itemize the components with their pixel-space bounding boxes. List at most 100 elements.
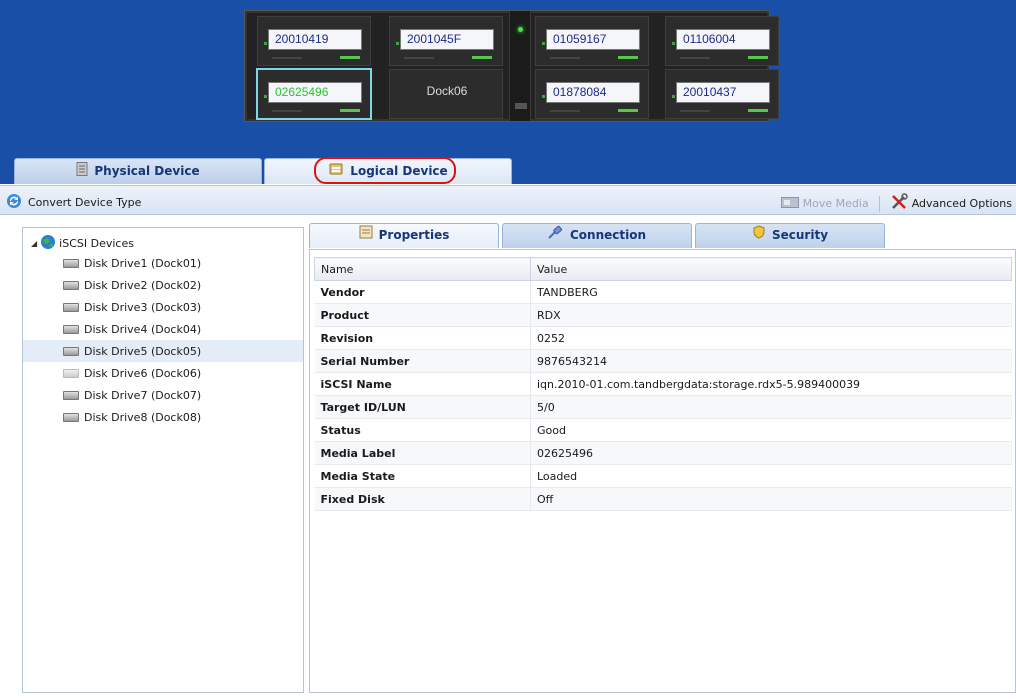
globe-icon <box>40 234 56 253</box>
server-icon <box>76 160 88 184</box>
table-row[interactable]: iSCSI Name iqn.2010-01.com.tandbergdata:s… <box>314 372 1012 396</box>
collapse-triangle-icon[interactable]: ◢ <box>31 239 37 248</box>
move-media-button[interactable]: Move Media <box>780 195 869 212</box>
bay-bar <box>272 110 302 112</box>
bay-7[interactable]: 01878084 <box>535 69 649 119</box>
tree-item-disk-drive6[interactable]: Disk Drive6 (Dock06) <box>61 362 303 384</box>
table-row[interactable]: Target ID/LUN 5/0 <box>314 395 1012 419</box>
tab-security[interactable]: Security <box>695 223 885 248</box>
bay-bar <box>404 57 434 59</box>
bay-bar <box>272 57 302 59</box>
tree-root-iscsi-devices[interactable]: ◢ iSCSI Devices <box>31 234 134 253</box>
table-row[interactable]: Status Good <box>314 418 1012 442</box>
table-row[interactable]: Fixed Disk Off <box>314 487 1012 511</box>
column-header-value[interactable]: Value <box>530 257 1012 281</box>
toolbar-right: Move Media Advanced Options <box>780 193 1012 214</box>
property-value: 9876543214 <box>530 349 1012 373</box>
property-name: Target ID/LUN <box>314 395 531 419</box>
bay-label: 02625496 <box>264 82 362 103</box>
tab-label: Physical Device <box>94 164 200 178</box>
bay-bar <box>680 110 710 112</box>
bay-led <box>618 109 638 112</box>
tree-item-disk-drive4[interactable]: Disk Drive4 (Dock04) <box>61 318 303 340</box>
usb-slot <box>515 103 527 109</box>
tab-properties[interactable]: Properties <box>309 223 499 248</box>
toolbar-separator <box>878 195 880 212</box>
table-row[interactable]: Vendor TANDBERG <box>314 280 1012 304</box>
property-value: RDX <box>530 303 1012 327</box>
tree-item-label: Disk Drive1 (Dock01) <box>84 256 202 270</box>
property-value: 02625496 <box>530 441 1012 465</box>
shield-icon <box>752 224 766 247</box>
toolbar: Convert Device Type Move Media Advanced … <box>0 185 1016 215</box>
tree-item-disk-drive8[interactable]: Disk Drive8 (Dock08) <box>61 406 303 428</box>
disk-drive-icon <box>63 324 79 334</box>
disk-drive-icon <box>63 280 79 290</box>
table-row[interactable]: Serial Number 9876543214 <box>314 349 1012 373</box>
property-name: Media State <box>314 464 531 488</box>
tree-item-disk-drive3[interactable]: Disk Drive3 (Dock03) <box>61 296 303 318</box>
main-tab-bar: Physical Device Logical Device <box>0 154 1016 184</box>
convert-icon <box>6 193 22 212</box>
properties-panel: Name Value Vendor TANDBERG Product RDX Revis… <box>309 249 1016 693</box>
property-value: iqn.2010-01.com.tandbergdata:storage.rdx… <box>530 372 1012 396</box>
table-row[interactable]: Media Label 02625496 <box>314 441 1012 465</box>
bay-bar <box>680 57 710 59</box>
property-value: Good <box>530 418 1012 442</box>
bay-led <box>748 56 768 59</box>
convert-device-type-button[interactable]: Convert Device Type <box>6 193 141 212</box>
properties-icon <box>359 224 373 247</box>
rdx-appliance-panel: 20010419 2001045F 01059167 01106004 0262… <box>244 10 779 122</box>
advanced-options-button[interactable]: Advanced Options <box>890 193 1012 214</box>
disk-drive-icon <box>63 390 79 400</box>
property-name: iSCSI Name <box>314 372 531 396</box>
bay-2[interactable]: 2001045F <box>389 16 503 66</box>
property-value: TANDBERG <box>530 280 1012 304</box>
tab-label: Connection <box>569 228 647 242</box>
tree-item-label: Disk Drive8 (Dock08) <box>84 410 202 424</box>
property-name: Product <box>314 303 531 327</box>
property-value: 0252 <box>530 326 1012 350</box>
bay-bar <box>550 110 580 112</box>
column-header-name[interactable]: Name <box>314 257 531 281</box>
tree-item-disk-drive5[interactable]: Disk Drive5 (Dock05) <box>23 340 303 362</box>
bay-8[interactable]: 20010437 <box>665 69 779 119</box>
table-row[interactable]: Revision 0252 <box>314 326 1012 350</box>
bay-3[interactable]: 01059167 <box>535 16 649 66</box>
device-tree: ◢ iSCSI Devices Disk Drive1 (Dock01) Dis… <box>22 227 304 693</box>
bay-label: 20010437 <box>672 82 770 103</box>
property-value: 5/0 <box>530 395 1012 419</box>
disk-drive-icon <box>63 302 79 312</box>
tree-item-disk-drive1[interactable]: Disk Drive1 (Dock01) <box>61 252 303 274</box>
property-name: Serial Number <box>314 349 531 373</box>
tree-item-label: Disk Drive4 (Dock04) <box>84 322 202 336</box>
bay-6[interactable]: Dock06 <box>389 69 503 119</box>
disk-drive-icon <box>63 346 79 356</box>
table-row[interactable]: Media State Loaded <box>314 464 1012 488</box>
bay-led <box>340 56 360 59</box>
highlight-annotation <box>314 157 456 184</box>
table-row[interactable]: Product RDX <box>314 303 1012 327</box>
tab-label: Security <box>771 228 829 242</box>
bay-1[interactable]: 20010419 <box>257 16 371 66</box>
plug-icon <box>548 224 564 247</box>
bay-5[interactable]: 02625496 <box>256 68 372 120</box>
power-column <box>509 11 531 121</box>
bay-label: 01106004 <box>672 29 770 50</box>
bay-label: Dock06 <box>426 84 468 98</box>
disk-drive-icon <box>63 258 79 268</box>
tree-item-disk-drive7[interactable]: Disk Drive7 (Dock07) <box>61 384 303 406</box>
tree-item-label: Disk Drive2 (Dock02) <box>84 278 202 292</box>
bay-label: 20010419 <box>264 29 362 50</box>
tab-connection[interactable]: Connection <box>502 223 692 248</box>
property-name: Revision <box>314 326 531 350</box>
bay-led <box>472 56 492 59</box>
power-led <box>518 27 523 32</box>
bay-4[interactable]: 01106004 <box>665 16 779 66</box>
bay-label: 2001045F <box>396 29 494 50</box>
tree-item-disk-drive2[interactable]: Disk Drive2 (Dock02) <box>61 274 303 296</box>
tab-physical-device[interactable]: Physical Device <box>14 158 262 184</box>
bay-led <box>748 109 768 112</box>
disk-drive-icon <box>63 368 79 378</box>
tree-root-label: iSCSI Devices <box>59 237 134 250</box>
